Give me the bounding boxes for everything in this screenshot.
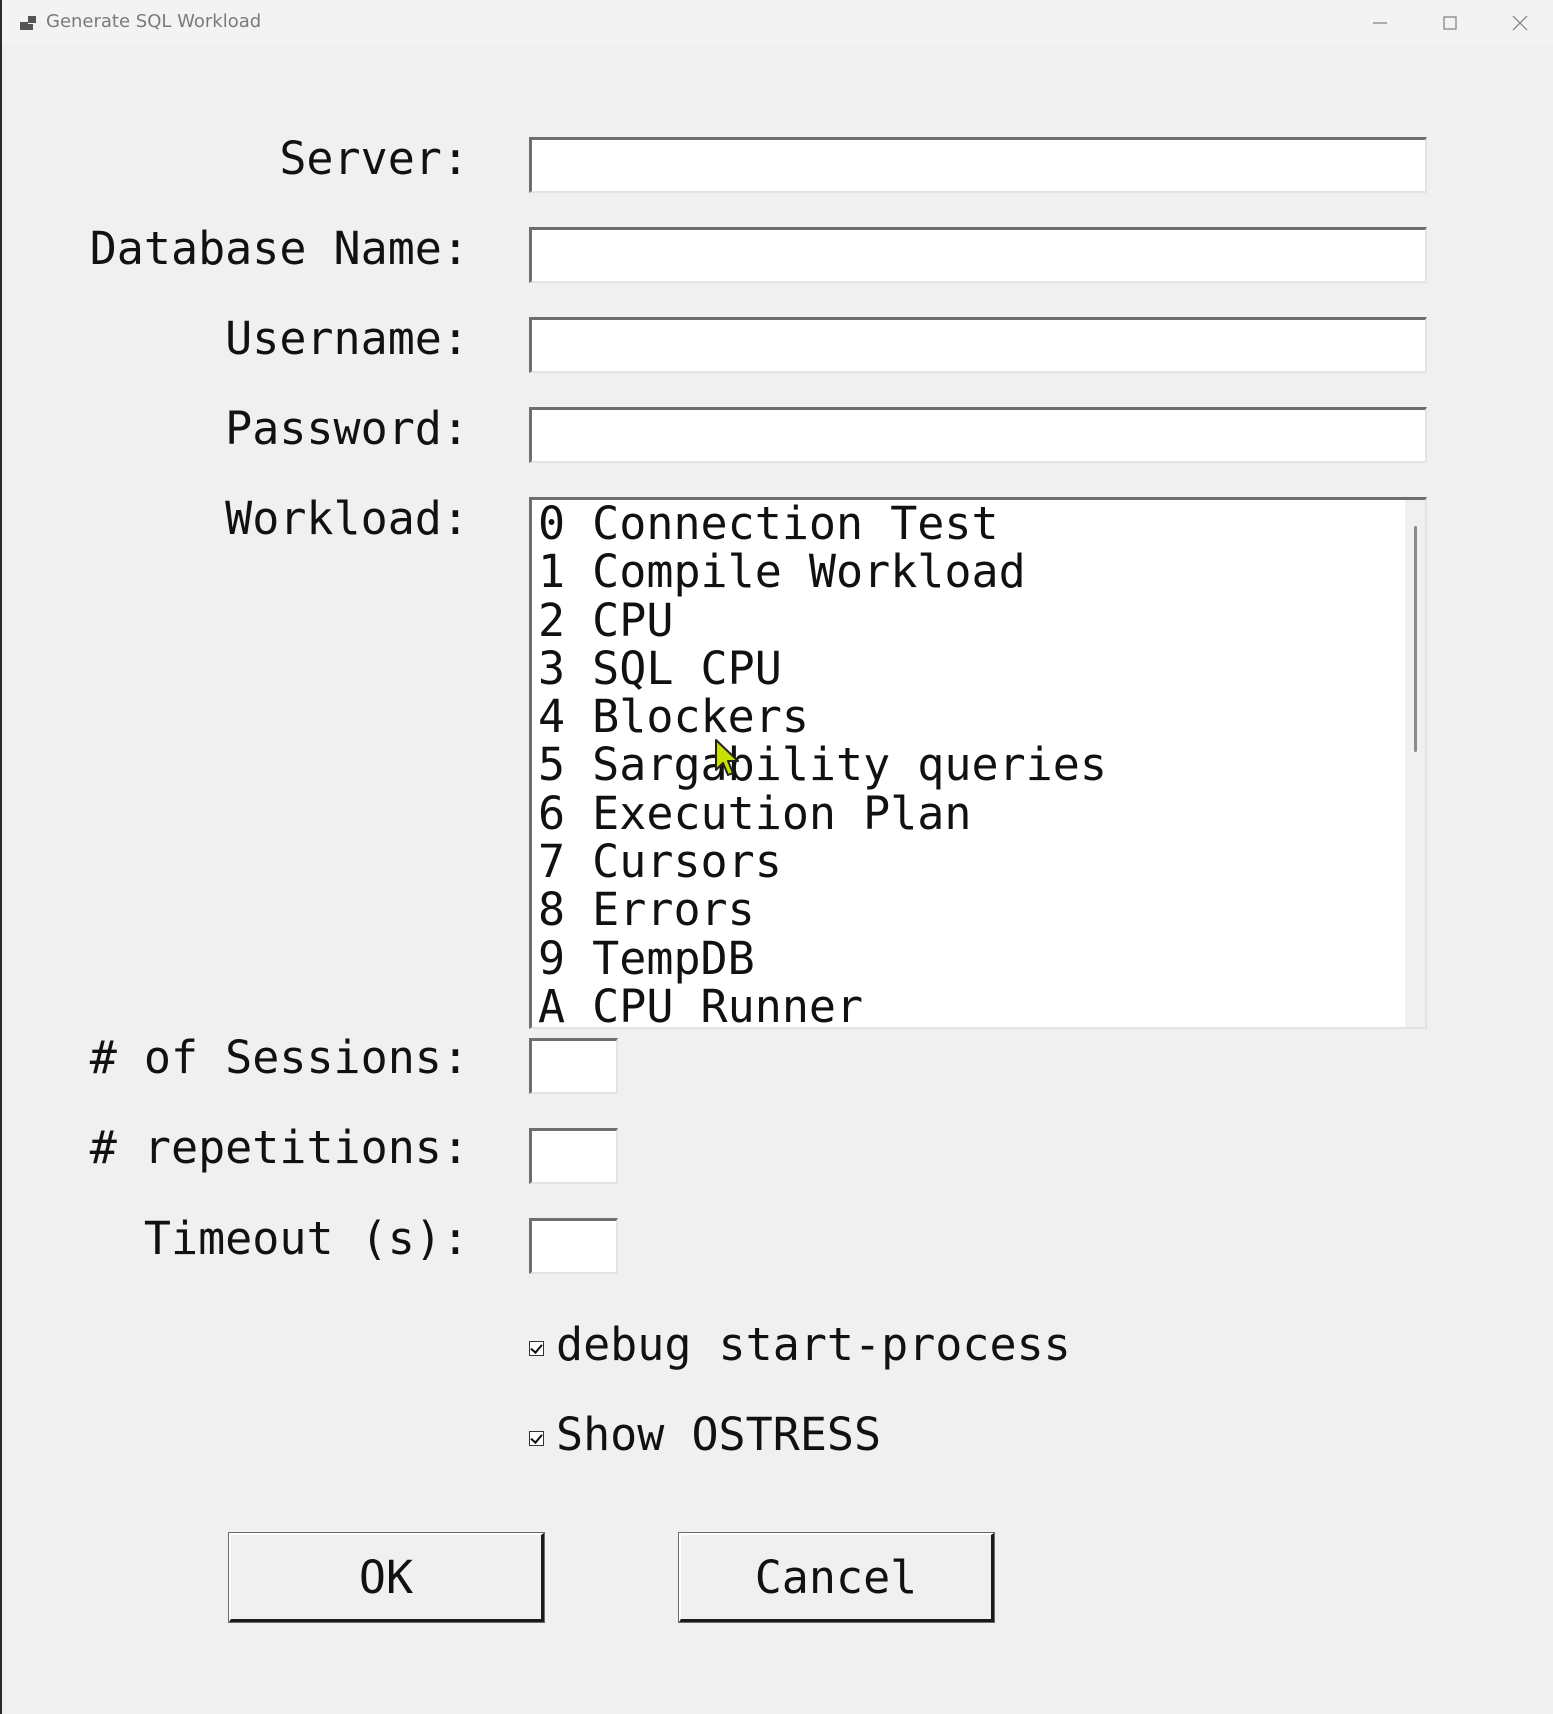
dialog-window: Generate SQL Workload Server: Database N… [0, 0, 1553, 1714]
workload-listbox[interactable]: 0 Connection Test 1 Compile Workload 2 C… [529, 497, 1427, 1029]
username-input[interactable] [529, 317, 1427, 373]
maximize-button[interactable] [1415, 0, 1485, 46]
server-input[interactable] [529, 137, 1427, 193]
title-bar[interactable]: Generate SQL Workload [2, 0, 1553, 46]
scrollbar-thumb[interactable] [1414, 526, 1417, 752]
database-name-input[interactable] [529, 227, 1427, 283]
sessions-input[interactable] [529, 1038, 618, 1094]
workload-option[interactable]: 6 Execution Plan [538, 789, 1107, 838]
workload-option[interactable]: 5 Sargability queries [538, 741, 1107, 789]
timeout-label: Timeout (s): [143, 1212, 469, 1265]
app-icon [19, 14, 37, 32]
repetitions-input[interactable] [529, 1128, 618, 1184]
repetitions-label: # repetitions: [89, 1121, 469, 1174]
debug-checkbox-label: debug start-process [556, 1318, 1071, 1371]
close-button[interactable] [1485, 0, 1553, 46]
database-name-label: Database Name: [89, 222, 469, 275]
server-label: Server: [279, 132, 469, 185]
workload-option[interactable]: 8 Errors [538, 886, 1107, 934]
workload-option[interactable]: 2 CPU [538, 596, 1107, 645]
sessions-label: # of Sessions: [89, 1031, 469, 1084]
debug-start-process-option[interactable]: debug start-process [529, 1318, 1071, 1371]
workload-option[interactable]: 4 Blockers [538, 693, 1107, 741]
window-title: Generate SQL Workload [46, 11, 262, 32]
show-ostress-option[interactable]: Show OSTRESS [529, 1408, 881, 1461]
cancel-button[interactable]: Cancel [678, 1532, 995, 1623]
minimize-button[interactable] [1345, 0, 1415, 46]
workload-option[interactable]: 0 Connection Test [538, 500, 1107, 548]
username-label: Username: [225, 312, 469, 365]
workload-option[interactable]: A CPU Runner [538, 982, 1107, 1027]
workload-option[interactable]: 3 SQL CPU [538, 644, 1107, 693]
workload-option[interactable]: 1 Compile Workload [538, 548, 1107, 596]
debug-checkbox[interactable] [529, 1341, 544, 1356]
maximize-icon [1443, 16, 1457, 30]
workload-label: Workload: [225, 492, 469, 545]
timeout-input[interactable] [529, 1218, 618, 1274]
ostress-checkbox[interactable] [529, 1431, 544, 1446]
password-input[interactable] [529, 407, 1427, 463]
workload-option[interactable]: 9 TempDB [538, 934, 1107, 983]
password-label: Password: [225, 402, 469, 455]
workload-list: 0 Connection Test 1 Compile Workload 2 C… [538, 500, 1107, 1027]
ok-button[interactable]: OK [228, 1532, 545, 1623]
mouse-cursor-icon [715, 739, 739, 776]
close-icon [1512, 15, 1528, 31]
ostress-checkbox-label: Show OSTRESS [556, 1408, 882, 1461]
minimize-icon [1373, 22, 1387, 24]
workload-option[interactable]: 7 Cursors [538, 837, 1107, 886]
list-scrollbar[interactable] [1405, 500, 1425, 1027]
